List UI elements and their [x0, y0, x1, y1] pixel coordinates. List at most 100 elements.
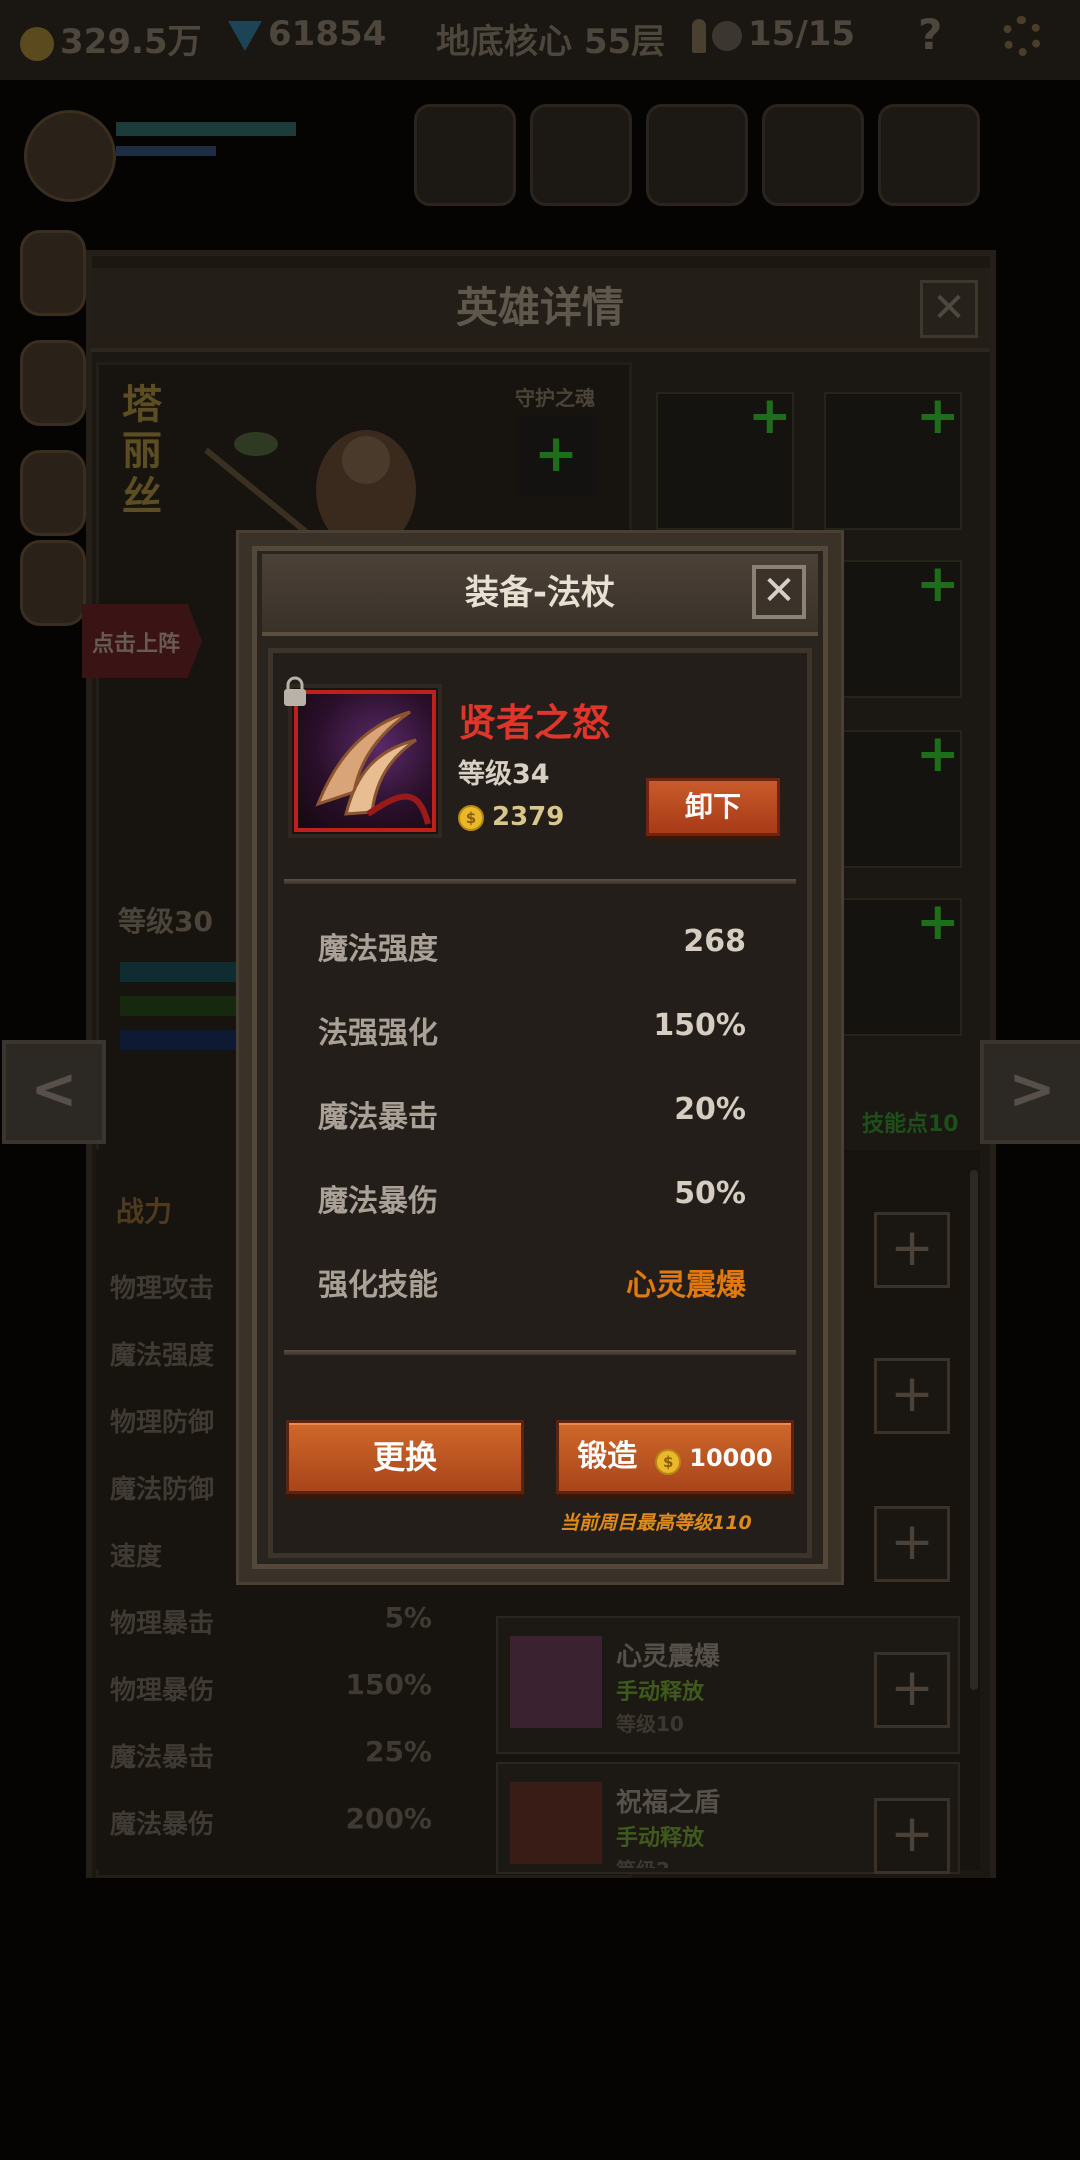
add-icon: +	[916, 724, 960, 784]
equipment-modal-title: 装备-法杖	[464, 573, 616, 613]
skill-icon-blessing-shield	[510, 1782, 602, 1864]
stat-label: 物理攻击	[110, 1274, 215, 1304]
gold-counter: 329.5万	[20, 14, 202, 63]
skill-upgrade-button[interactable]: +	[874, 1798, 950, 1874]
add-icon: +	[916, 892, 960, 952]
prev-hero-button[interactable]: <	[2, 1040, 106, 1144]
gem-counter: 61854	[228, 14, 386, 54]
attribute-label: 魔法暴击	[318, 1100, 438, 1135]
skills-scrollbar[interactable]	[970, 1170, 978, 1690]
player-mp-bar	[116, 146, 216, 156]
divider	[284, 1350, 796, 1355]
equip-slot-1[interactable]: +	[656, 386, 794, 530]
hero-level: 等级30	[118, 905, 213, 938]
skill-upgrade-button[interactable]: +	[874, 1506, 950, 1582]
skill-upgrade-button[interactable]: +	[874, 1358, 950, 1434]
next-hero-button[interactable]: >	[980, 1040, 1080, 1144]
skill-name: 心灵震爆	[616, 1642, 721, 1672]
chevron-right-icon: >	[1008, 1057, 1056, 1122]
side-hero-portrait-2[interactable]	[20, 340, 86, 426]
gear-icon[interactable]	[1002, 16, 1042, 56]
stat-label: 魔法暴击	[110, 1743, 215, 1773]
add-icon: +	[534, 424, 578, 484]
attribute-value: 20%	[674, 1092, 746, 1127]
gem-icon	[228, 20, 262, 51]
stat-label: 速度	[110, 1542, 163, 1572]
add-icon: +	[916, 554, 960, 614]
team-slot-4[interactable]	[762, 104, 864, 206]
guardian-soul-slot[interactable]: +	[516, 416, 596, 496]
lock-icon[interactable]	[282, 676, 308, 708]
skill-type: 手动释放	[616, 1826, 705, 1851]
item-level: 等级34	[458, 759, 550, 790]
equip-slot-2[interactable]: +	[824, 386, 962, 530]
side-hero-portrait-4[interactable]	[20, 540, 86, 626]
forge-cost: 10000	[689, 1444, 773, 1472]
skill-icon-mind-blast	[510, 1636, 602, 1728]
attribute-value: 268	[683, 924, 746, 959]
skill-points-label: 技能点10	[862, 1112, 959, 1137]
team-slot-1[interactable]	[414, 104, 516, 206]
equip-slot-5[interactable]: +	[824, 892, 962, 1036]
skill-name: 祝福之盾	[616, 1788, 721, 1818]
skill-type: 手动释放	[616, 1680, 705, 1705]
max-level-note: 当前周目最高等级110	[560, 1512, 752, 1534]
chevron-left-icon: <	[30, 1057, 78, 1122]
key-icon	[692, 18, 706, 53]
stage-label: 地底核心 55层	[436, 22, 666, 62]
attribute-label: 魔法暴伤	[318, 1184, 438, 1219]
stat-label: 物理防御	[110, 1408, 215, 1438]
power-label: 战力	[116, 1195, 173, 1228]
stat-value: 200%	[345, 1802, 432, 1835]
close-icon: ✕	[762, 568, 796, 614]
hero-mp-bar	[120, 1030, 240, 1050]
bottom-blank	[0, 1878, 1080, 2160]
skill-level: 等级2	[616, 1854, 670, 1868]
attribute-label: 魔法强度	[318, 932, 438, 967]
add-icon: +	[916, 386, 960, 446]
hero-detail-close-button[interactable]: ✕	[920, 280, 978, 338]
gold-coin-icon: $	[458, 804, 484, 831]
item-gold-value: 2379	[492, 802, 565, 832]
hero-hp-bar	[120, 962, 240, 982]
skill-level: 等级10	[616, 1712, 684, 1736]
add-icon: +	[748, 386, 792, 446]
unequip-button[interactable]: 卸下	[646, 778, 780, 836]
equip-slot-3[interactable]: +	[824, 554, 962, 698]
stat-label: 魔法防御	[110, 1475, 215, 1505]
divider	[284, 879, 796, 884]
item-icon[interactable]	[294, 690, 436, 832]
scythe-staff-icon	[315, 710, 431, 825]
help-button[interactable]: ?	[918, 10, 942, 59]
skill-upgrade-button[interactable]: +	[874, 1212, 950, 1288]
team-slot-2[interactable]	[530, 104, 632, 206]
stat-value: 25%	[364, 1735, 432, 1768]
forge-label: 锻造	[577, 1439, 638, 1474]
skill-upgrade-button[interactable]: +	[874, 1652, 950, 1728]
player-avatar[interactable]	[24, 110, 116, 202]
stat-label: 魔法暴伤	[110, 1810, 215, 1840]
attribute-value: 150%	[653, 1008, 746, 1043]
enhanced-skill-value: 心灵震爆	[626, 1268, 746, 1303]
close-button[interactable]: ✕	[752, 565, 806, 619]
attribute-label: 法强强化	[318, 1016, 438, 1051]
attribute-label: 强化技能	[318, 1268, 438, 1303]
guardian-soul-label: 守护之魂	[515, 386, 595, 410]
item-name: 贤者之怒	[458, 701, 611, 745]
hero-exp-bar	[120, 996, 240, 1016]
equip-slot-4[interactable]: +	[824, 724, 962, 868]
team-slot-3[interactable]	[646, 104, 748, 206]
side-hero-portrait-3[interactable]	[20, 450, 86, 536]
stat-value: 5%	[384, 1601, 432, 1634]
team-slot-5[interactable]	[878, 104, 980, 206]
replace-button[interactable]: 更换	[286, 1420, 524, 1494]
gold-coin-icon	[20, 26, 54, 61]
stat-label: 魔法强度	[110, 1341, 215, 1371]
forge-button[interactable]: 锻造 $10000	[556, 1420, 794, 1494]
skull-icon	[712, 20, 742, 51]
hero-detail-title: 英雄详情	[90, 268, 990, 352]
stat-label: 物理暴伤	[110, 1676, 215, 1706]
key-counter: 15/15	[692, 14, 855, 54]
side-hero-portrait-1[interactable]	[20, 230, 86, 316]
deploy-label: 点击上阵	[92, 632, 181, 657]
